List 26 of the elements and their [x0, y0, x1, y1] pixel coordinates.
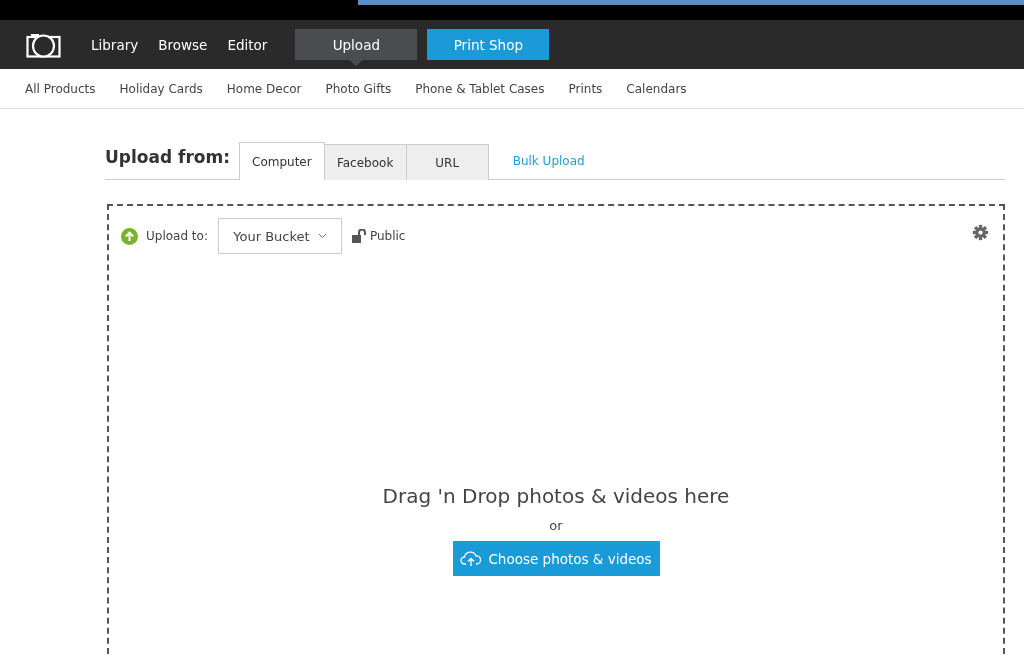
- nav-link[interactable]: Editor: [217, 36, 278, 53]
- category-link[interactable]: Phone & Tablet Cases: [415, 81, 545, 96]
- caret-icon: [317, 233, 327, 239]
- settings-icon[interactable]: [972, 224, 989, 241]
- nav-link[interactable]: Browse: [148, 36, 218, 53]
- upload-to-label: Upload to:: [146, 229, 208, 243]
- upload-from-title: Upload from:: [105, 147, 230, 167]
- camera-logo-icon[interactable]: [26, 31, 61, 58]
- privacy-label[interactable]: Public: [369, 229, 406, 243]
- category-link[interactable]: Holiday Cards: [119, 81, 203, 96]
- category-link[interactable]: All Products: [25, 81, 96, 96]
- or-text: or: [549, 518, 563, 533]
- category-link[interactable]: Photo Gifts: [325, 81, 392, 96]
- category-link[interactable]: Calendars: [626, 81, 687, 96]
- pointer-icon: [349, 60, 364, 66]
- unlocked-padlock-icon[interactable]: [351, 228, 368, 244]
- category-link[interactable]: Home Decor: [226, 81, 302, 96]
- album-dropdown[interactable]: Your Bucket: [217, 218, 342, 254]
- category-link[interactable]: Prints: [568, 81, 603, 96]
- drop-heading: Drag 'n Drop photos & videos here: [382, 484, 730, 508]
- source-tab[interactable]: Facebook: [324, 144, 407, 180]
- source-tab[interactable]: URL: [406, 144, 489, 180]
- source-tab[interactable]: Computer: [239, 142, 325, 180]
- cloud-upload-icon: [460, 550, 483, 567]
- upload-arrow-icon: [121, 227, 138, 245]
- nav-link[interactable]: Library: [81, 36, 149, 53]
